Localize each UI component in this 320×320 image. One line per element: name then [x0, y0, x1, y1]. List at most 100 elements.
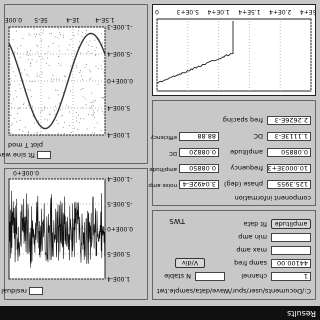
- component-value-label: DC: [168, 150, 177, 156]
- component-value-field[interactable]: 88.88: [179, 132, 219, 141]
- wave-sample-point: [58, 94, 59, 96]
- component-value-field[interactable]: 2.2626E-3: [267, 116, 311, 125]
- component-value-field[interactable]: 0.08850: [179, 164, 219, 173]
- channel-field[interactable]: 1: [271, 272, 311, 281]
- wave-sample-point: [90, 53, 92, 54]
- wave-sample-point: [87, 51, 89, 52]
- n-stable-field[interactable]: [195, 272, 225, 281]
- wave-sample-point: [89, 40, 91, 42]
- wave-sample-point: [45, 53, 46, 55]
- component-value-field[interactable]: 10.0003E+3: [267, 164, 311, 173]
- wave-sample-point: [94, 55, 96, 56]
- units-button[interactable]: V/div: [175, 258, 205, 268]
- component-value-field[interactable]: 0.08850: [267, 148, 311, 157]
- wave-sample-point: [34, 122, 35, 124]
- mode-label: TWS: [169, 217, 185, 225]
- wave-sample-point: [10, 115, 12, 116]
- wave-sample-point: [58, 28, 60, 30]
- wave-sample-point: [86, 128, 88, 130]
- wave-sample-point: [60, 34, 61, 35]
- wave-sample-point: [17, 112, 18, 114]
- wave-sample-point: [19, 57, 21, 58]
- wave-sample-point: [15, 90, 17, 92]
- wave-y-tick: -1.00E-3: [107, 23, 132, 30]
- wave-sample-point: [21, 72, 23, 74]
- wave-sample-point: [55, 105, 56, 107]
- wave-sample-point: [64, 75, 65, 77]
- wave-sample-point: [48, 113, 50, 115]
- wave-sample-point: [89, 69, 91, 71]
- wave-sample-point: [91, 46, 93, 47]
- wave-sample-point: [58, 45, 60, 47]
- min-amp-field[interactable]: [271, 233, 311, 242]
- wave-sample-point: [51, 33, 52, 35]
- wave-sample-point: [91, 106, 92, 108]
- wave-legend: fit sine wave: [0, 151, 51, 159]
- wave-plot-svg: 1.00E-4 5.00E-4 0.00E+0 -5.00E-4 -1.00E-3 0.0…: [5, 16, 133, 138]
- wave-sample-point: [100, 130, 102, 132]
- component-info-panel: component information 125.3955 phase (deg…: [148, 100, 316, 206]
- wave-sample-point: [30, 62, 32, 64]
- wave-sample-point: [74, 51, 76, 53]
- component-value-field[interactable]: 0.08820: [179, 148, 219, 157]
- max-amp-field[interactable]: [271, 246, 311, 255]
- wave-sample-point: [31, 59, 33, 60]
- wave-sample-point: [48, 46, 50, 48]
- wave-sample-point: [80, 118, 81, 119]
- wave-sample-point: [76, 67, 78, 69]
- wave-sample-point: [37, 51, 38, 53]
- wave-sample-point: [33, 81, 35, 82]
- wave-sample-point: [94, 39, 96, 41]
- wave-sample-point: [30, 89, 31, 91]
- wave-x-tick: 0.00E+0: [5, 16, 22, 23]
- component-value-label: noise amp: [148, 182, 177, 188]
- wave-sample-point: [97, 83, 99, 85]
- wave-sample-point: [101, 68, 103, 70]
- wave-sample-point: [11, 122, 13, 124]
- wave-y-tick: 1.00E-4: [107, 131, 130, 138]
- fit-mode-selector[interactable]: amplitude: [271, 219, 311, 229]
- wave-sample-point: [79, 72, 81, 73]
- component-value-field[interactable]: 3.0492E-4: [179, 180, 219, 189]
- wave-sample-point: [85, 104, 87, 105]
- wave-sample-point: [95, 99, 96, 101]
- wave-sample-point: [9, 88, 10, 89]
- wave-sample-point: [94, 132, 95, 134]
- wave-sample-point: [41, 110, 43, 111]
- wave-sample-point: [52, 43, 54, 44]
- wave-sample-point: [30, 54, 31, 56]
- wave-sample-point: [49, 114, 51, 116]
- wave-sample-point: [11, 67, 13, 69]
- component-value-field[interactable]: 1.1113E-3: [267, 132, 311, 141]
- wave-sample-point: [36, 34, 37, 35]
- wave-sample-point: [44, 106, 46, 108]
- wave-sample-point: [29, 34, 31, 36]
- wave-sample-point: [91, 92, 92, 94]
- wave-sample-point: [37, 119, 39, 121]
- screenshot-stage: Results C:/Documents/user/spur/Wave/data…: [0, 0, 320, 320]
- wave-sample-point: [68, 106, 70, 108]
- max-amp-label: max amp: [236, 246, 267, 254]
- wave-sample-point: [92, 132, 94, 134]
- wave-sample-point: [77, 33, 79, 35]
- wave-sample-point: [46, 62, 47, 64]
- wave-sample-point: [86, 41, 88, 43]
- component-value-field[interactable]: 125.3955: [267, 180, 311, 189]
- wave-sample-point: [38, 56, 40, 57]
- wave-sample-point: [11, 107, 12, 109]
- wave-sample-point: [80, 89, 82, 90]
- wave-sample-point: [86, 64, 87, 65]
- wave-sample-point: [86, 52, 88, 54]
- wave-sample-point: [43, 29, 44, 31]
- residual-y-tick: 0.00E+0: [107, 225, 133, 232]
- wave-y-tick: 5.00E-4: [107, 104, 130, 111]
- wave-legend-icon: [37, 151, 51, 159]
- wave-sample-point: [12, 39, 14, 41]
- wave-sample-point: [90, 102, 92, 103]
- wave-sample-point: [93, 110, 94, 112]
- decay-plot-area: [156, 18, 312, 92]
- wave-sample-point: [74, 127, 75, 129]
- wave-sample-point: [22, 38, 24, 39]
- wave-sample-point: [64, 133, 65, 134]
- samp-freq-field[interactable]: 44100.00: [271, 259, 311, 268]
